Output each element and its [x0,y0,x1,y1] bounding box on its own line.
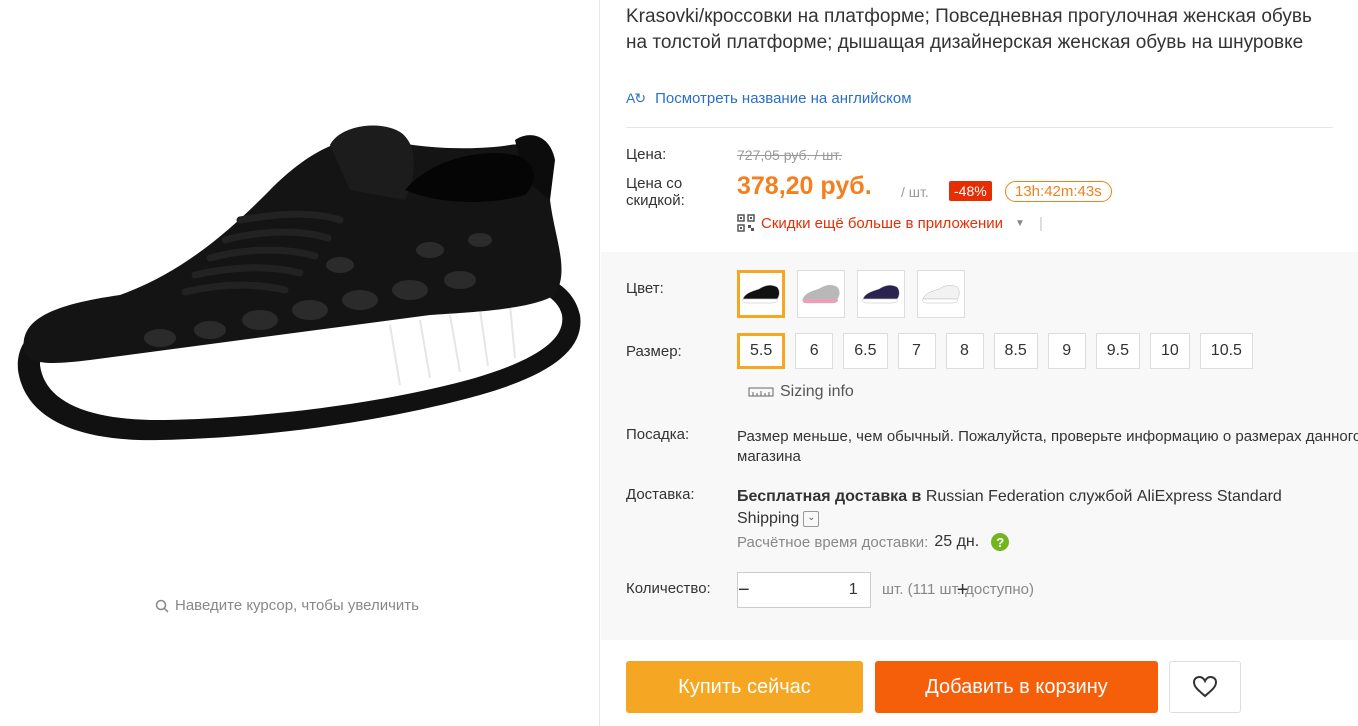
zoom-hint: Наведите курсор, чтобы увеличить [155,597,419,614]
shoe-thumbnail [862,285,900,304]
color-selector [737,270,965,318]
size-option[interactable]: 6 [795,333,834,369]
original-price: 727,05 руб. / шт. [737,147,843,163]
color-option[interactable] [857,270,905,318]
quantity-available: шт. (111 шт. доступно) [882,581,1034,598]
discount-badge: -48% [949,181,992,201]
quantity-stepper: − + [737,572,968,608]
shipping-info: Бесплатная доставка в Russian Federation… [737,486,1327,530]
separator: | [1038,214,1043,232]
color-option[interactable] [737,270,785,318]
sale-price: 378,20 руб. [737,172,872,200]
delivery-eta: Расчётное время доставки: 25 дн. ? [737,533,1010,551]
shoe-thumbnail [922,285,960,304]
size-option[interactable]: 8 [945,333,984,369]
shipping-label: Доставка: [626,486,695,503]
color-option[interactable] [917,270,965,318]
size-option[interactable]: 7 [897,333,936,369]
chevron-down-icon[interactable]: ⌄ [803,510,820,527]
shoe-thumbnail [742,285,780,304]
translate-link-text[interactable]: Посмотреть название на английском [655,90,911,107]
fit-text: Размер меньше, чем обычный. Пожалуйста, … [737,428,1358,465]
size-option[interactable]: 5.5 [737,333,786,369]
sizing-info-link[interactable]: Sizing info [748,383,854,401]
shoe-thumbnail [802,285,840,304]
heart-icon [1192,675,1218,698]
per-unit: / шт. [901,184,929,200]
ruler-icon [748,387,774,397]
product-image[interactable] [10,120,590,450]
fit-label: Посадка: [626,426,690,443]
size-selector: 5.5 6 6.5 7 8 8.5 9 9.5 10 10.5 [737,333,1253,369]
buy-now-button[interactable]: Купить сейчас [626,661,863,713]
sale-price-label: Цена со скидкой: [626,175,685,209]
product-details: Krasovki/кроссовки на платформе; Повседн… [601,0,1358,726]
price-label: Цена: [626,146,667,163]
product-title: Krasovki/кроссовки на платформе; Повседн… [626,6,1312,53]
translate-icon: A↻ [626,90,646,106]
shoe-illustration [17,125,581,441]
size-option[interactable]: 6.5 [843,333,888,369]
app-promo[interactable]: Скидки ещё больше в приложении ▼ | [737,214,1043,232]
color-label: Цвет: [626,280,664,297]
app-promo-text[interactable]: Скидки ещё больше в приложении [761,215,1003,232]
size-option[interactable]: 8.5 [993,333,1038,369]
wishlist-button[interactable] [1169,661,1241,713]
qr-code-icon [737,214,755,232]
divider [626,127,1333,128]
size-option[interactable]: 9 [1047,333,1086,369]
decrease-button[interactable]: − [738,573,750,607]
countdown-timer: 13h:42m:43s [1005,181,1112,202]
size-option[interactable]: 10.5 [1199,333,1253,369]
eta-value: 25 дн. [934,533,980,550]
chevron-down-icon: ▼ [1015,217,1025,229]
help-icon[interactable]: ? [991,533,1010,551]
eta-label: Расчётное время доставки: [737,533,929,551]
size-label: Размер: [626,343,682,360]
translate-link[interactable]: A↻ Посмотреть название на английском [626,90,912,107]
magnifier-icon [155,599,169,613]
sizing-info-text[interactable]: Sizing info [780,383,854,401]
zoom-hint-text: Наведите курсор, чтобы увеличить [175,597,419,614]
size-option[interactable]: 10 [1150,333,1190,369]
quantity-label: Количество: [626,580,711,597]
shipping-free: Бесплатная доставка в [737,488,922,505]
size-option[interactable]: 9.5 [1095,333,1140,369]
product-gallery: Наведите курсор, чтобы увеличить [0,0,600,726]
color-option[interactable] [797,270,845,318]
add-to-cart-button[interactable]: Добавить в корзину [875,661,1158,713]
